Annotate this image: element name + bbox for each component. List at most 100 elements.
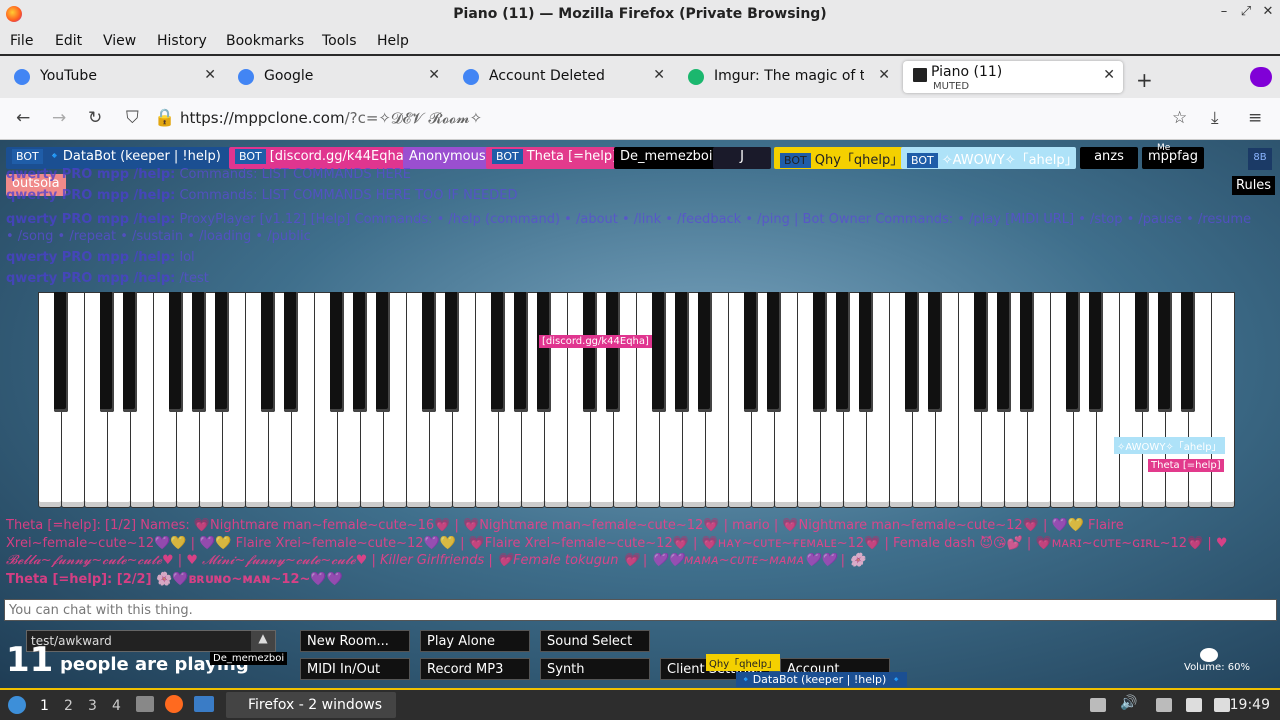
black-key[interactable] (353, 292, 367, 412)
back-icon[interactable]: ← (16, 108, 30, 128)
chevron-up-icon[interactable]: ▲ (251, 631, 275, 651)
black-key[interactable] (928, 292, 942, 412)
close-tab-icon[interactable]: ✕ (1103, 67, 1115, 83)
black-key[interactable] (1135, 292, 1149, 412)
black-key[interactable] (514, 292, 528, 412)
room-select[interactable]: test/awkward ▲ (26, 630, 276, 652)
black-key[interactable] (767, 292, 781, 412)
close-tab-icon[interactable]: ✕ (653, 67, 665, 83)
workspace-3[interactable]: 3 (88, 698, 97, 714)
shield-icon[interactable]: ⛉ (126, 108, 139, 128)
user-j[interactable]: J (713, 147, 771, 169)
menu-tools[interactable]: Tools (322, 33, 357, 49)
lock-icon[interactable]: 🔒 (154, 108, 175, 128)
black-key[interactable] (1181, 292, 1195, 412)
badge-icon[interactable]: 8B (1248, 148, 1272, 170)
close-tab-icon[interactable]: ✕ (878, 67, 890, 83)
user-de-memezboi[interactable]: De_memezboi (614, 147, 719, 169)
white-key[interactable] (1211, 292, 1235, 508)
black-key[interactable] (100, 292, 114, 412)
midi-button[interactable]: MIDI In/Out (300, 658, 410, 680)
menu-edit[interactable]: Edit (55, 33, 82, 49)
close-window-icon[interactable]: ✕ (1258, 4, 1278, 24)
black-key[interactable] (491, 292, 505, 412)
black-key[interactable] (997, 292, 1011, 412)
user-anzs[interactable]: anzs (1080, 147, 1138, 169)
black-key[interactable] (1158, 292, 1172, 412)
reload-icon[interactable]: ↻ (88, 108, 102, 128)
terminal-icon[interactable] (194, 696, 214, 712)
url-bar[interactable]: https://mppclone.com/?c=✧𝓓𝓔𝓥 𝓡𝓸𝓸𝓶✧ (180, 109, 482, 127)
black-key[interactable] (169, 292, 183, 412)
workspace-4[interactable]: 4 (112, 698, 121, 714)
synth-button[interactable]: Synth (540, 658, 650, 680)
tab-imgur[interactable]: Imgur: The magic of the ✕ (678, 61, 898, 93)
black-key[interactable] (836, 292, 850, 412)
close-tab-icon[interactable]: ✕ (428, 67, 440, 83)
workspace-1[interactable]: 1 (40, 698, 49, 714)
tab-youtube[interactable]: YouTube ✕ (4, 61, 224, 93)
maximize-icon[interactable]: ⤢ (1236, 4, 1256, 24)
black-key[interactable] (330, 292, 344, 412)
black-key[interactable] (123, 292, 137, 412)
battery-icon[interactable] (1214, 698, 1230, 712)
user-mppfag[interactable]: mppfag (1142, 147, 1204, 169)
menu-history[interactable]: History (157, 33, 207, 49)
black-key[interactable] (261, 292, 275, 412)
minimize-icon[interactable]: – (1214, 4, 1234, 24)
black-key[interactable] (652, 292, 666, 412)
black-key[interactable] (284, 292, 298, 412)
black-key[interactable] (698, 292, 712, 412)
tab-piano[interactable]: Piano (11) MUTED ✕ (903, 61, 1123, 93)
user-discord[interactable]: BOT [discord.gg/k44Eqha] (229, 147, 415, 169)
user-databot[interactable]: BOT 🔹DataBot (keeper | !help) 🔹 (6, 147, 248, 169)
new-room-button[interactable]: New Room... (300, 630, 410, 652)
user-theta[interactable]: BOT Theta [=help] (486, 147, 624, 169)
workspace-2[interactable]: 2 (64, 698, 73, 714)
black-key[interactable] (859, 292, 873, 412)
black-key[interactable] (1020, 292, 1034, 412)
file-manager-icon[interactable] (136, 696, 154, 712)
tray-icon[interactable] (1090, 698, 1106, 712)
taskbar-firefox[interactable]: Firefox - 2 windows (226, 692, 396, 718)
black-key[interactable] (905, 292, 919, 412)
black-key[interactable] (54, 292, 68, 412)
tab-account-deleted[interactable]: Account Deleted ✕ (453, 61, 673, 93)
play-alone-button[interactable]: Play Alone (420, 630, 530, 652)
black-key[interactable] (445, 292, 459, 412)
user-qhy[interactable]: BOT Qhy「qhelp」 (774, 147, 910, 169)
black-key[interactable] (1089, 292, 1103, 412)
firefox-launcher-icon[interactable] (165, 695, 183, 713)
record-mp3-button[interactable]: Record MP3 (420, 658, 530, 680)
new-tab-icon[interactable]: + (1136, 68, 1153, 92)
clipboard-icon[interactable] (1186, 698, 1202, 712)
tab-google[interactable]: Google ✕ (228, 61, 448, 93)
black-key[interactable] (974, 292, 988, 412)
chat-input[interactable]: You can chat with this thing. (4, 599, 1277, 621)
hamburger-menu-icon[interactable]: ≡ (1248, 108, 1262, 128)
start-menu-icon[interactable] (8, 696, 26, 714)
network-icon[interactable] (1156, 698, 1172, 712)
close-tab-icon[interactable]: ✕ (204, 67, 216, 83)
black-key[interactable] (422, 292, 436, 412)
user-awowy[interactable]: BOT ✧AWOWY✧「ahelp」 (901, 147, 1078, 169)
rules-button[interactable]: Rules (1232, 176, 1276, 195)
volume-icon[interactable]: 🔊 (1120, 695, 1137, 711)
black-key[interactable] (675, 292, 689, 412)
volume-knob-icon[interactable] (1200, 648, 1218, 662)
black-key[interactable] (376, 292, 390, 412)
piano-keyboard[interactable] (38, 292, 1235, 510)
black-key[interactable] (192, 292, 206, 412)
menu-file[interactable]: File (10, 33, 33, 49)
menu-bookmarks[interactable]: Bookmarks (226, 33, 304, 49)
black-key[interactable] (583, 292, 597, 412)
black-key[interactable] (215, 292, 229, 412)
black-key[interactable] (1066, 292, 1080, 412)
menu-view[interactable]: View (103, 33, 136, 49)
downloads-icon[interactable]: ⤓ (1211, 108, 1219, 128)
black-key[interactable] (537, 292, 551, 412)
user-anonymous[interactable]: Anonymous (403, 147, 492, 169)
black-key[interactable] (606, 292, 620, 412)
bookmark-star-icon[interactable]: ☆ (1172, 108, 1187, 128)
sound-select-button[interactable]: Sound Select (540, 630, 650, 652)
